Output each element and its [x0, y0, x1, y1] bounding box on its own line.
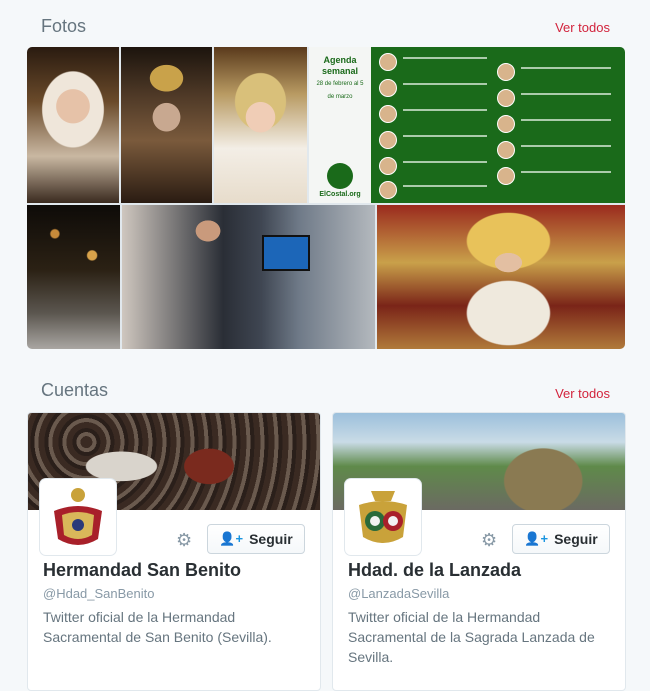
- add-user-icon: 👤+: [524, 531, 549, 546]
- portrait-icon: [497, 115, 515, 133]
- agenda-text-line: [521, 93, 611, 95]
- agenda-text-line: [403, 135, 487, 137]
- accounts-see-all-link[interactable]: Ver todos: [555, 386, 610, 401]
- account-bio: Twitter oficial de la Hermandad Sacramen…: [348, 609, 595, 665]
- avatar[interactable]: [345, 479, 421, 555]
- avatar[interactable]: [40, 479, 116, 555]
- portrait-icon: [497, 167, 515, 185]
- photo-thumbnail[interactable]: [27, 47, 119, 203]
- photo-grid: Agenda semanal 28 de febrero al 5 de mar…: [27, 47, 625, 349]
- add-user-icon: 👤+: [219, 531, 244, 546]
- portrait-icon: [379, 157, 397, 175]
- agenda-sidebar: Agenda semanal 28 de febrero al 5 de mar…: [309, 47, 371, 203]
- portrait-icon: [379, 131, 397, 149]
- account-card[interactable]: ⚙ 👤+ Seguir Hermandad San Benito @Hdad_S…: [27, 412, 321, 691]
- photos-header: Fotos Ver todos: [0, 16, 650, 46]
- photo-thumbnail-agenda[interactable]: Agenda semanal 28 de febrero al 5 de mar…: [309, 47, 625, 203]
- portrait-icon: [497, 89, 515, 107]
- phone-screen: [262, 235, 310, 271]
- photos-see-all-link[interactable]: Ver todos: [555, 20, 610, 35]
- photo-thumbnail[interactable]: [122, 205, 375, 349]
- agenda-text-line: [403, 185, 487, 187]
- follow-label: Seguir: [249, 531, 293, 547]
- account-handle[interactable]: @Hdad_SanBenito: [43, 586, 155, 601]
- account-card[interactable]: ⚙ 👤+ Seguir Hdad. de la Lanzada @Lanzada…: [332, 412, 626, 691]
- photo-thumbnail[interactable]: [121, 47, 212, 203]
- follow-button[interactable]: 👤+ Seguir: [512, 524, 610, 554]
- agenda-text-line: [521, 119, 611, 121]
- accounts-header: Cuentas Ver todos: [0, 380, 650, 410]
- portrait-icon: [379, 79, 397, 97]
- photo-thumbnail[interactable]: [27, 205, 120, 349]
- account-name[interactable]: Hermandad San Benito: [43, 560, 241, 581]
- logo-icon: [327, 163, 353, 189]
- follow-button[interactable]: 👤+ Seguir: [207, 524, 305, 554]
- accounts-title: Cuentas: [41, 380, 109, 400]
- agenda-text-line: [403, 161, 487, 163]
- agenda-title: Agenda semanal 28 de febrero al 5 de mar…: [316, 55, 364, 100]
- portrait-icon: [379, 105, 397, 123]
- crest-icon: [54, 488, 102, 545]
- portrait-icon: [379, 181, 397, 199]
- account-handle[interactable]: @LanzadaSevilla: [348, 586, 449, 601]
- photos-title: Fotos: [41, 16, 87, 36]
- agenda-text-line: [403, 57, 487, 59]
- gear-icon[interactable]: ⚙: [176, 530, 192, 551]
- gear-icon[interactable]: ⚙: [481, 530, 497, 551]
- agenda-text-line: [521, 67, 611, 69]
- photo-thumbnail[interactable]: [214, 47, 307, 203]
- follow-label: Seguir: [554, 531, 598, 547]
- agenda-text-line: [403, 109, 487, 111]
- agenda-text-line: [521, 145, 611, 147]
- portrait-icon: [379, 53, 397, 71]
- portrait-icon: [497, 141, 515, 159]
- agenda-text-line: [521, 171, 611, 173]
- portrait-icon: [497, 63, 515, 81]
- photo-thumbnail[interactable]: [377, 205, 625, 349]
- account-name[interactable]: Hdad. de la Lanzada: [348, 560, 521, 581]
- crest-icon: [359, 491, 407, 543]
- account-bio: Twitter oficial de la Hermandad Sacramen…: [43, 609, 272, 645]
- agenda-site: ElCostal.org: [319, 191, 361, 198]
- agenda-text-line: [403, 83, 487, 85]
